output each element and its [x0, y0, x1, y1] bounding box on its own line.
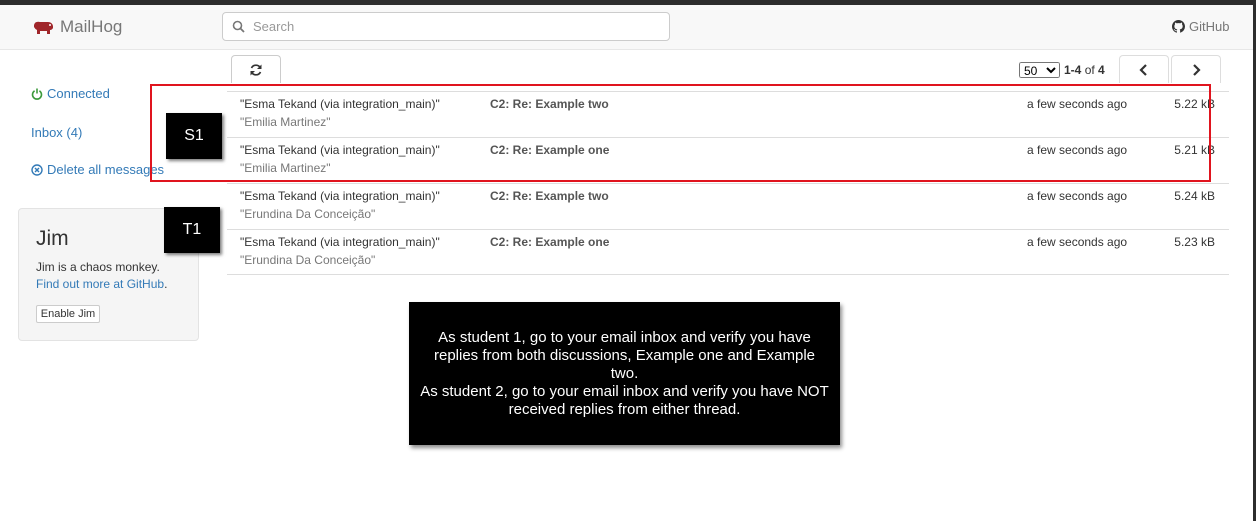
previous-page-button[interactable] [1119, 55, 1169, 83]
message-size: 5.23 kB [1174, 235, 1215, 249]
message-time: a few seconds ago [1027, 189, 1128, 203]
pager-of: of [1084, 63, 1095, 77]
message-to: "Erundina Da Conceição" [240, 253, 376, 267]
highlight-frame [150, 84, 1211, 182]
message-from: "Esma Tekand (via integration_main)" [240, 189, 440, 203]
message-row[interactable]: "Esma Tekand (via integration_main)" "Er… [227, 183, 1229, 229]
enable-jim-button[interactable]: Enable Jim [36, 305, 100, 323]
jim-description: Jim is a chaos monkey. [36, 260, 160, 274]
refresh-button[interactable] [231, 55, 281, 83]
chevron-right-icon [1193, 63, 1201, 76]
label-t1: T1 [164, 207, 220, 253]
message-size: 5.24 kB [1174, 189, 1215, 203]
message-time: a few seconds ago [1027, 235, 1128, 249]
label-s1: S1 [166, 113, 222, 159]
connected-label: Connected [47, 86, 110, 101]
search-input[interactable] [251, 18, 655, 35]
pager-summary: 1-4 of 4 [1064, 63, 1105, 77]
github-icon [1172, 20, 1185, 33]
instruction-box: As student 1, go to your email inbox and… [409, 302, 840, 445]
remove-circle-icon [31, 163, 43, 176]
per-page-select[interactable]: 50 [1019, 62, 1060, 78]
connected-status[interactable]: Connected [31, 86, 110, 101]
message-row[interactable]: "Esma Tekand (via integration_main)" "Er… [227, 229, 1229, 275]
jim-title: Jim [36, 227, 69, 250]
delete-all-messages-link[interactable]: Delete all messages [31, 162, 164, 177]
refresh-icon [250, 63, 262, 76]
github-label: GitHub [1189, 19, 1230, 34]
jim-link-suffix: . [164, 277, 168, 291]
github-link[interactable]: GitHub [1172, 19, 1229, 34]
search-icon [232, 20, 245, 33]
brand[interactable]: MailHog [32, 16, 122, 38]
sidebar-item-inbox[interactable]: Inbox (4) [31, 125, 82, 140]
inbox-label: Inbox (4) [31, 125, 83, 140]
instruction-line-2: As student 2, go to your email inbox and… [420, 383, 829, 418]
pager-range: 1-4 [1064, 63, 1082, 77]
pager-total: 4 [1098, 63, 1105, 77]
message-subject: C2: Re: Example one [490, 235, 610, 249]
jim-github-link[interactable]: Find out more at GitHub [36, 277, 164, 291]
power-icon [31, 88, 43, 100]
search-box[interactable] [222, 12, 670, 41]
instruction-line-1: As student 1, go to your email inbox and… [433, 329, 816, 382]
next-page-button[interactable] [1171, 55, 1221, 83]
brand-name: MailHog [60, 17, 123, 36]
navbar: MailHog GitHub [0, 5, 1253, 50]
jim-github-link-line: Find out more at GitHub. [36, 277, 167, 291]
message-to: "Erundina Da Conceição" [240, 207, 376, 221]
chevron-left-icon [1139, 63, 1147, 76]
message-from: "Esma Tekand (via integration_main)" [240, 235, 440, 249]
message-subject: C2: Re: Example two [490, 189, 609, 203]
mailhog-pig-icon [34, 21, 53, 34]
delete-all-label: Delete all messages [47, 162, 165, 177]
